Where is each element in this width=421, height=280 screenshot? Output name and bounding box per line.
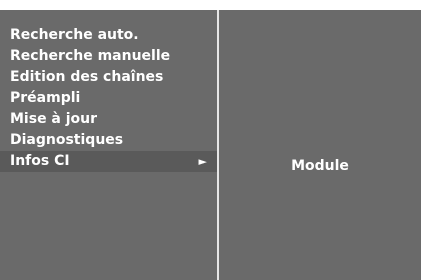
menu-item-mise-a-jour[interactable]: Mise à jour xyxy=(0,109,217,130)
menu-item-edition-des-chaines[interactable]: Edition des chaînes xyxy=(0,67,217,88)
menu-item-label: Infos CI xyxy=(10,153,70,169)
main-menu-panel: Recherche auto. Recherche manuelle Editi… xyxy=(0,10,217,280)
osd-menu-window: Recherche auto. Recherche manuelle Editi… xyxy=(0,10,421,280)
right-triangle-arrow-icon: ► xyxy=(198,155,207,168)
menu-item-label: Recherche auto. xyxy=(10,27,139,43)
menu-item-recherche-manuelle[interactable]: Recherche manuelle xyxy=(0,46,217,67)
menu-item-label: Mise à jour xyxy=(10,111,98,127)
main-menu-list: Recherche auto. Recherche manuelle Editi… xyxy=(0,25,217,172)
submenu-panel: Module xyxy=(219,10,421,280)
menu-item-preampli[interactable]: Préampli xyxy=(0,88,217,109)
submenu-item-module[interactable]: Module xyxy=(219,156,421,177)
menu-item-label: Edition des chaînes xyxy=(10,69,164,85)
menu-item-diagnostiques[interactable]: Diagnostiques xyxy=(0,130,217,151)
menu-item-label: Recherche manuelle xyxy=(10,48,171,64)
menu-item-label: Diagnostiques xyxy=(10,132,124,148)
menu-item-label: Préampli xyxy=(10,90,81,106)
menu-item-recherche-auto[interactable]: Recherche auto. xyxy=(0,25,217,46)
menu-item-infos-ci[interactable]: Infos CI ► xyxy=(0,151,217,172)
